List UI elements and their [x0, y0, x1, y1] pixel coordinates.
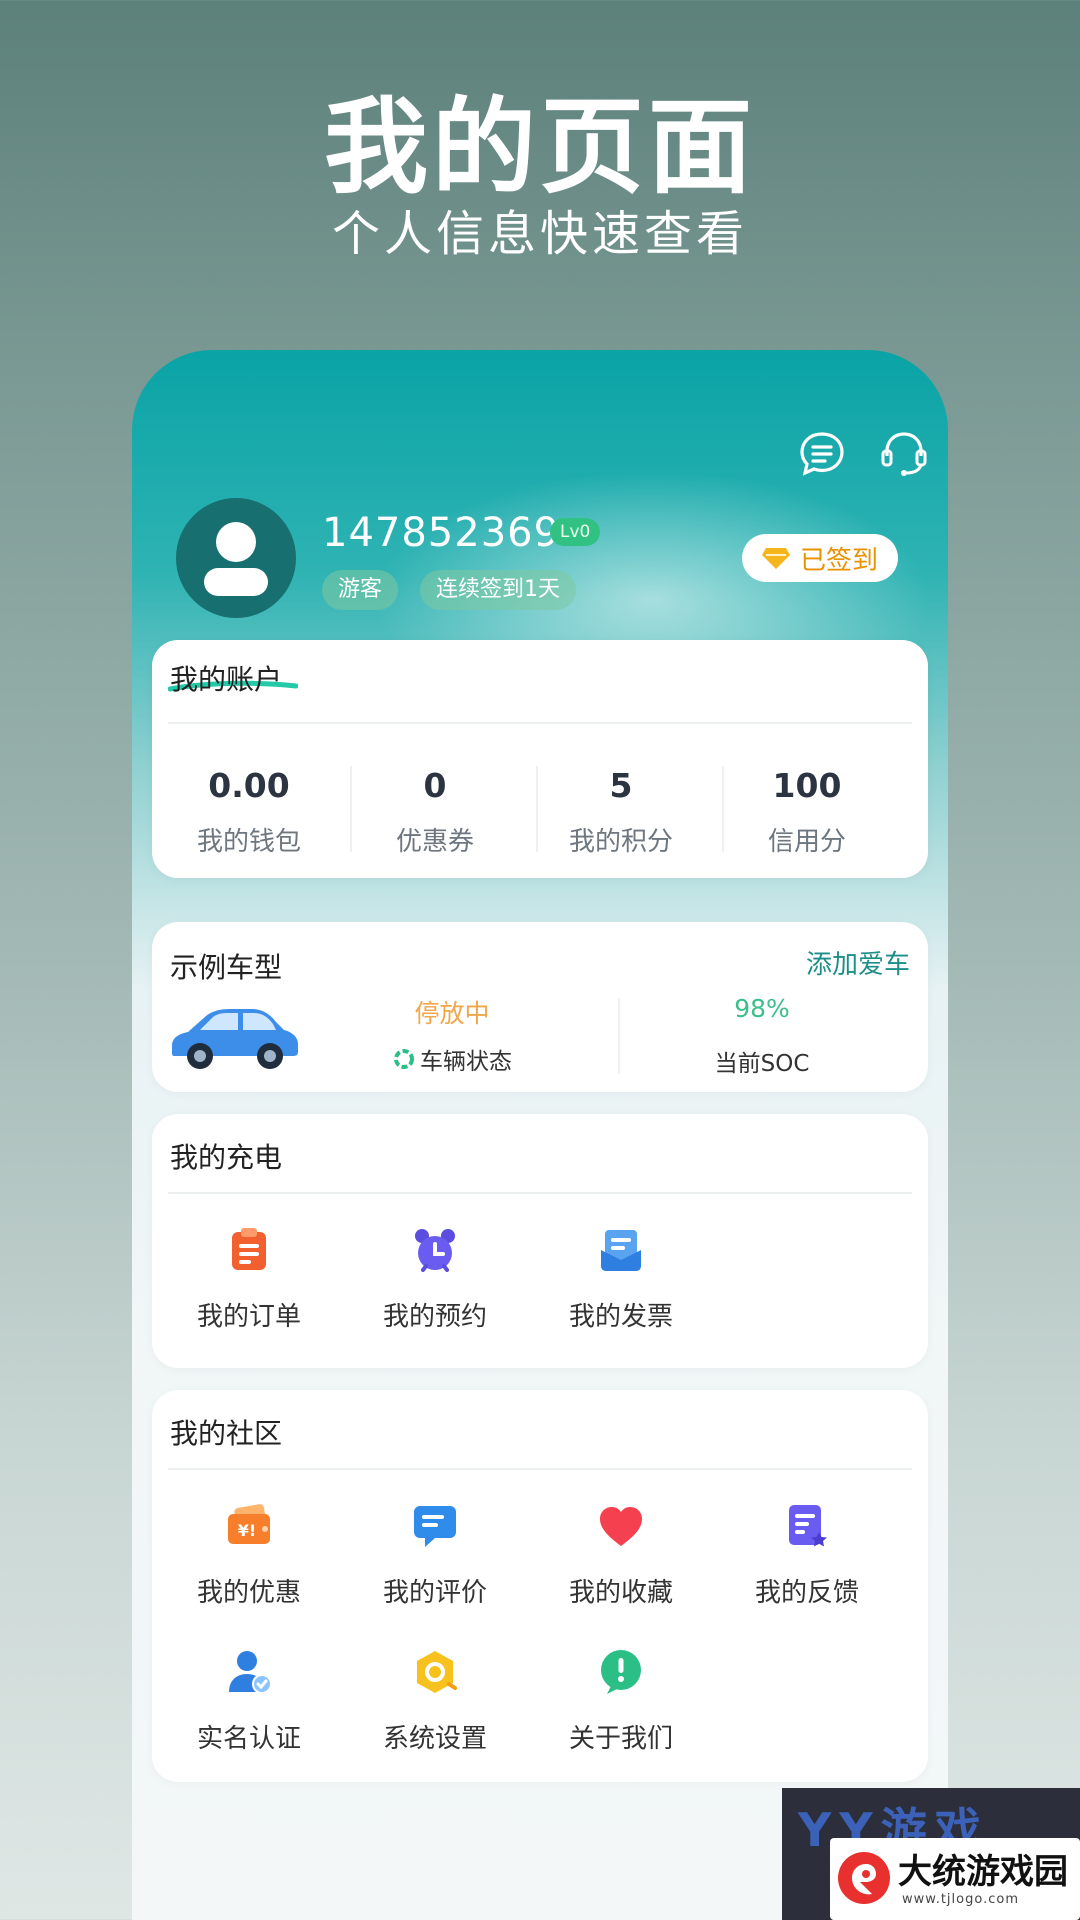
grid-item-favorites[interactable]: 我的收藏	[528, 1502, 714, 1609]
car-icon	[172, 1009, 298, 1069]
promo-subtitle: 个人信息快速查看	[331, 206, 748, 262]
watermark-logo-icon	[838, 1852, 890, 1904]
order-icon	[232, 1228, 266, 1270]
vehicle-status-value: 停放中	[414, 999, 490, 1028]
username: 147852369	[322, 510, 561, 556]
grid-item-label: 我的收藏	[568, 1578, 673, 1608]
watermark-url: www.tjlogo.com	[902, 1892, 1019, 1907]
grid-item-label: 我的优惠	[196, 1578, 301, 1608]
grid-item-settings[interactable]: 系统设置	[342, 1648, 528, 1755]
vehicle-title: 示例车型	[170, 951, 283, 984]
vehicle-status-label: 车辆状态	[420, 1049, 512, 1075]
signin-button[interactable]: 已签到	[742, 534, 898, 582]
stat-label: 我的钱包	[196, 827, 301, 857]
grid-item-label: 关于我们	[568, 1724, 673, 1754]
grid-item-discounts[interactable]: ¥! 我的优惠	[156, 1502, 342, 1609]
stat-wallet[interactable]: 0.00 我的钱包	[156, 766, 342, 858]
stat-credit[interactable]: 100 信用分	[714, 766, 900, 858]
grid-item-feedback[interactable]: 我的反馈	[714, 1502, 900, 1609]
role-tag: 游客	[322, 570, 399, 610]
grid-item-label: 我的评价	[382, 1578, 487, 1608]
user-avatar-icon	[204, 522, 268, 596]
stat-label: 我的积分	[568, 827, 673, 857]
soc-value: 98%	[734, 994, 790, 1023]
account-title: 我的账户	[170, 663, 283, 696]
site-watermark: YY游戏 大统游戏园 www.tjlogo.com	[782, 1788, 1080, 1920]
stat-value: 0	[423, 766, 447, 805]
vehicle-card: 示例车型 添加爱车 停放中 车辆状态 98% 当前SOC	[152, 922, 928, 1092]
grid-item-about[interactable]: 关于我们	[528, 1648, 714, 1755]
coupon-icon: ¥!	[228, 1504, 270, 1544]
grid-item-orders[interactable]: 我的订单	[156, 1226, 342, 1333]
invoice-icon	[601, 1230, 641, 1271]
level-badge: Lv0	[550, 518, 601, 546]
stat-coupons[interactable]: 0 优惠券	[342, 766, 528, 858]
community-title: 我的社区	[170, 1417, 283, 1450]
verified-user-icon	[229, 1651, 272, 1694]
soc-label: 当前SOC	[714, 1051, 810, 1077]
promo-title: 我的页面	[323, 86, 756, 208]
avatar[interactable]	[176, 498, 296, 618]
stat-label: 信用分	[767, 827, 846, 857]
stat-value: 100	[772, 766, 842, 805]
grid-item-label: 我的订单	[196, 1302, 301, 1332]
divider	[168, 722, 912, 724]
diamond-icon	[761, 548, 790, 569]
grid-item-label: 我的预约	[382, 1302, 487, 1332]
charging-title: 我的充电	[170, 1141, 283, 1174]
divider	[168, 1192, 912, 1194]
grid-item-verification[interactable]: 实名认证	[156, 1648, 342, 1755]
grid-item-label: 我的发票	[568, 1302, 673, 1332]
account-card: 我的账户 0.00 我的钱包 0 优惠券 5 我的积分 100 信用分	[152, 640, 928, 878]
message-icon[interactable]	[796, 428, 848, 480]
community-card: 我的社区 ¥! 我的优惠 我的评价 我的收藏 我的反馈 实名认证 系统设置 关于…	[152, 1390, 928, 1782]
signin-label: 已签到	[799, 545, 878, 576]
watermark-box: 大统游戏园 www.tjlogo.com	[830, 1838, 1080, 1920]
stat-label: 优惠券	[395, 827, 474, 857]
add-vehicle-link[interactable]: 添加爱车	[806, 944, 910, 981]
grid-item-label: 我的反馈	[754, 1578, 859, 1608]
phone-screen: 147852369 Lv0 游客 连续签到1天 已签到 我的账户 0.00 我的…	[132, 350, 948, 1920]
stat-points[interactable]: 5 我的积分	[528, 766, 714, 858]
vehicle-status: 车辆状态	[332, 1042, 572, 1076]
info-icon	[601, 1650, 641, 1694]
divider	[618, 998, 620, 1074]
heart-icon	[600, 1507, 642, 1546]
watermark-name: 大统游戏园	[898, 1852, 1068, 1892]
customer-service-icon[interactable]	[878, 428, 930, 480]
feedback-icon	[789, 1505, 827, 1547]
divider	[168, 1468, 912, 1470]
grid-item-reviews[interactable]: 我的评价	[342, 1502, 528, 1609]
charging-card: 我的充电 我的订单 我的预约 我的发票	[152, 1114, 928, 1368]
checkin-streak-tag: 连续签到1天	[420, 570, 576, 610]
review-icon	[414, 1506, 456, 1547]
settings-icon	[417, 1651, 457, 1693]
refresh-status-icon	[394, 1049, 414, 1069]
grid-item-reservations[interactable]: 我的预约	[342, 1226, 528, 1333]
grid-item-label: 系统设置	[382, 1724, 487, 1754]
stat-value: 5	[609, 766, 633, 805]
svg-text:¥!: ¥!	[238, 1521, 256, 1540]
grid-item-invoices[interactable]: 我的发票	[528, 1226, 714, 1333]
header-actions	[796, 428, 930, 480]
alarm-clock-icon	[415, 1229, 455, 1272]
grid-item-label: 实名认证	[196, 1724, 301, 1754]
stat-value: 0.00	[208, 766, 290, 805]
